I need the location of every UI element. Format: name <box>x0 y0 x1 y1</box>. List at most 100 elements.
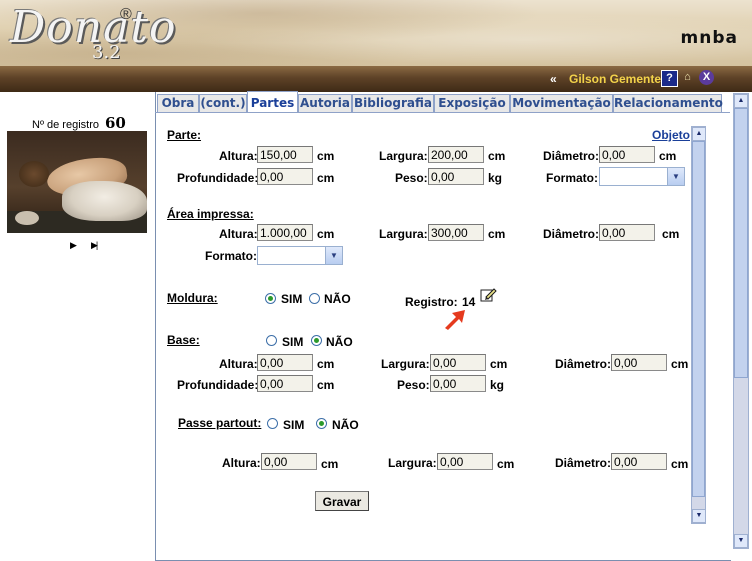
edit-icon[interactable] <box>480 287 498 303</box>
passe-largura-input[interactable]: 0,00 <box>437 453 493 470</box>
base-profundidade-label: Profundidade: <box>177 378 259 392</box>
passe-altura-unit: cm <box>321 457 339 471</box>
tab-exposicao[interactable]: Exposição <box>434 94 510 112</box>
base-peso-label: Peso: <box>397 378 430 392</box>
page-scroll-thumb[interactable] <box>734 108 748 378</box>
tab-partes[interactable]: Partes <box>247 91 298 112</box>
play-icon[interactable]: ▶ <box>70 240 77 251</box>
area-largura-unit: cm <box>488 227 506 241</box>
base-diametro-unit: cm <box>671 357 689 371</box>
save-button[interactable]: Gravar <box>315 491 369 511</box>
passe-nao-radio[interactable] <box>316 418 327 429</box>
parte-peso-input[interactable]: 0,00 <box>428 168 484 185</box>
user-bar: « Gilson Gemente ? ⌂ X <box>0 66 752 92</box>
parte-altura-unit: cm <box>317 149 335 163</box>
area-largura-label: Largura: <box>379 227 428 241</box>
inner-scrollbar[interactable]: ▲ ▼ <box>691 126 706 524</box>
tab-obra[interactable]: Obra <box>157 94 199 112</box>
area-largura-input[interactable]: 300,00 <box>428 224 484 241</box>
section-moldura: Moldura: <box>167 291 218 305</box>
parte-profundidade-unit: cm <box>317 171 335 185</box>
area-altura-unit: cm <box>317 227 335 241</box>
arrow-pointer-icon <box>445 310 465 330</box>
parte-formato-select[interactable]: ▼ <box>599 167 685 186</box>
page-scrollbar[interactable]: ▲ ▼ <box>733 93 749 549</box>
tab-autoria[interactable]: Autoria <box>298 94 352 112</box>
parte-largura-input[interactable]: 200,00 <box>428 146 484 163</box>
help-icon[interactable]: ? <box>661 70 678 87</box>
base-nao-label: NÃO <box>326 335 353 349</box>
parte-altura-input[interactable]: 150,00 <box>257 146 313 163</box>
scroll-down-icon[interactable]: ▼ <box>734 534 748 548</box>
base-largura-unit: cm <box>490 357 508 371</box>
passe-sim-radio[interactable] <box>267 418 278 429</box>
base-peso-unit: kg <box>490 378 505 392</box>
artwork-thumbnail[interactable] <box>7 131 147 233</box>
base-sim-radio[interactable] <box>266 335 277 346</box>
base-altura-input[interactable]: 0,00 <box>257 354 313 371</box>
tab-baseline <box>155 112 730 113</box>
tab-cont[interactable]: (cont.) <box>199 94 247 112</box>
app-version: 3.2 <box>92 42 121 63</box>
moldura-nao-radio[interactable] <box>309 293 320 304</box>
moldura-nao-label: NÃO <box>324 292 351 306</box>
institution-brand: mnba <box>680 28 738 48</box>
base-diametro-input[interactable]: 0,00 <box>611 354 667 371</box>
parte-profundidade-label: Profundidade: <box>177 171 259 185</box>
passe-diametro-label: Diâmetro: <box>555 456 612 470</box>
inner-scroll-thumb[interactable] <box>692 141 705 497</box>
moldura-registro-label: Registro: <box>405 295 458 309</box>
base-profundidade-unit: cm <box>317 378 335 392</box>
breadcrumb-separator: « <box>550 72 557 86</box>
record-number-label: Nº de registro <box>32 119 99 131</box>
area-diametro-input[interactable]: 0,00 <box>599 224 655 241</box>
passe-diametro-unit: cm <box>671 457 689 471</box>
parte-diametro-input[interactable]: 0,00 <box>599 146 655 163</box>
record-number: Nº de registro 60 <box>32 114 126 132</box>
scroll-up-icon[interactable]: ▲ <box>734 94 748 108</box>
passe-sim-label: SIM <box>283 418 305 432</box>
passe-largura-unit: cm <box>497 457 515 471</box>
passe-altura-label: Altura: <box>222 456 261 470</box>
parte-largura-label: Largura: <box>379 149 428 163</box>
base-largura-label: Largura: <box>381 357 430 371</box>
base-peso-input[interactable]: 0,00 <box>430 375 486 392</box>
base-nao-radio[interactable] <box>311 335 322 346</box>
tab-bibliografia[interactable]: Bibliografia <box>352 94 434 112</box>
section-area-impressa: Área impressa: <box>167 207 254 221</box>
objeto-link[interactable]: Objeto <box>652 128 690 142</box>
base-profundidade-input[interactable]: 0,00 <box>257 375 313 392</box>
moldura-sim-label: SIM <box>281 292 303 306</box>
area-formato-select[interactable]: ▼ <box>257 246 343 265</box>
passe-diametro-input[interactable]: 0,00 <box>611 453 667 470</box>
tab-relacionamento[interactable]: Relacionamento <box>613 94 723 112</box>
passe-altura-input[interactable]: 0,00 <box>261 453 317 470</box>
area-altura-label: Altura: <box>219 227 258 241</box>
user-name[interactable]: Gilson Gemente <box>569 72 661 86</box>
passe-nao-label: NÃO <box>332 418 359 432</box>
scroll-down-icon[interactable]: ▼ <box>692 509 706 523</box>
app-header: Donato ® 3.2 mnba <box>0 0 752 66</box>
section-base: Base: <box>167 333 200 347</box>
tab-movimentacao[interactable]: Movimentação <box>510 94 613 112</box>
base-largura-input[interactable]: 0,00 <box>430 354 486 371</box>
base-altura-unit: cm <box>317 357 335 371</box>
close-icon[interactable]: X <box>699 70 714 85</box>
last-record-icon[interactable]: ▶| <box>91 240 98 251</box>
base-diametro-label: Diâmetro: <box>555 357 612 371</box>
parte-profundidade-input[interactable]: 0,00 <box>257 168 313 185</box>
chevron-down-icon: ▼ <box>325 247 342 264</box>
home-icon[interactable]: ⌂ <box>680 70 695 85</box>
area-formato-label: Formato: <box>205 249 257 263</box>
parte-peso-label: Peso: <box>395 171 428 185</box>
scroll-up-icon[interactable]: ▲ <box>692 127 706 141</box>
parte-largura-unit: cm <box>488 149 506 163</box>
chevron-down-icon: ▼ <box>667 168 684 185</box>
parte-diametro-label: Diâmetro: <box>543 149 600 163</box>
section-passe-partout: Passe partout: <box>178 416 262 430</box>
area-altura-input[interactable]: 1.000,00 <box>257 224 313 241</box>
parte-peso-unit: kg <box>488 171 503 185</box>
registered-mark: ® <box>120 6 132 23</box>
base-altura-label: Altura: <box>219 357 258 371</box>
moldura-sim-radio[interactable] <box>265 293 276 304</box>
